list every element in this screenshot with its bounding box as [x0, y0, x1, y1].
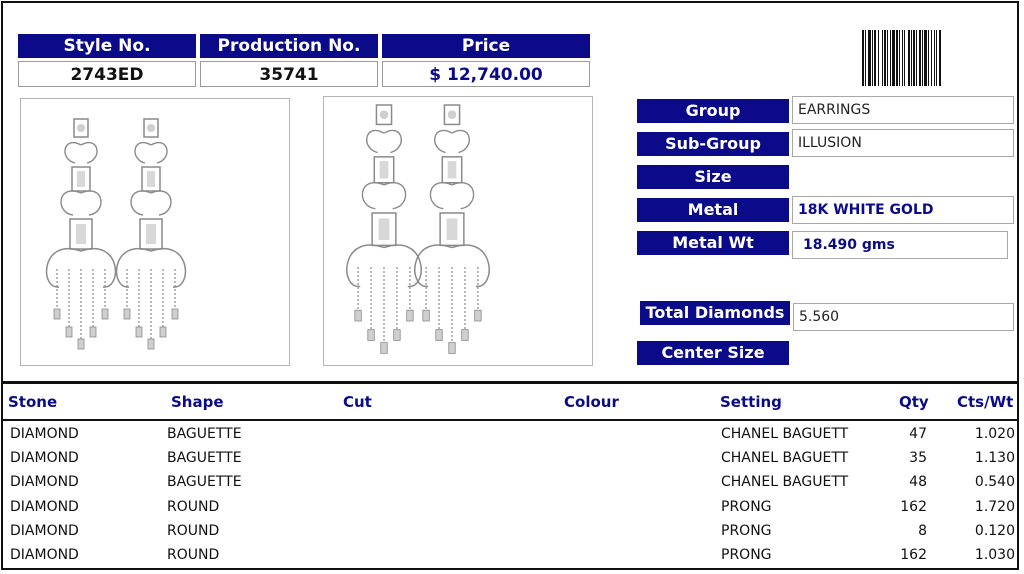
table-top-rule	[2, 381, 1018, 384]
cell-qty: 8	[918, 523, 927, 539]
cell-setting: CHANEL BAGUETT	[721, 474, 849, 490]
cell-shape: ROUND	[167, 499, 220, 515]
metal-label: Metal	[637, 198, 789, 222]
production-no-value: 35741	[200, 61, 378, 87]
cell-setting: PRONG	[721, 499, 772, 515]
style-no-value: 2743ED	[18, 61, 196, 87]
cell-stone: DIAMOND	[10, 474, 79, 490]
style-no-label: Style No.	[18, 34, 196, 58]
cell-qty: 48	[909, 474, 927, 490]
cell-qty: 35	[909, 450, 927, 466]
cell-cts-wt: 0.540	[974, 474, 1015, 490]
product-photo-angled	[323, 96, 593, 366]
col-header-shape: Shape	[171, 393, 224, 411]
col-header-qty: Qty	[899, 393, 929, 411]
cell-setting: CHANEL BAGUETT	[721, 426, 849, 442]
cell-shape: BAGUETTE	[167, 474, 242, 490]
cell-setting: PRONG	[721, 523, 772, 539]
col-header-setting: Setting	[720, 393, 782, 411]
metal-value: 18K WHITE GOLD	[792, 196, 1014, 224]
col-header-colour: Colour	[564, 393, 619, 411]
group-label: Group	[637, 99, 789, 123]
cell-shape: BAGUETTE	[167, 450, 242, 466]
table-header-rule	[2, 419, 1018, 421]
cell-cts-wt: 0.120	[974, 523, 1015, 539]
metal-wt-value: 18.490 gms	[792, 231, 1008, 259]
metal-wt-label: Metal Wt	[637, 231, 789, 255]
cell-qty: 162	[900, 547, 927, 563]
cell-cts-wt: 1.020	[974, 426, 1015, 442]
cell-cts-wt: 1.720	[974, 499, 1015, 515]
price-label: Price	[382, 34, 590, 58]
total-diamonds-value: 5.560	[793, 303, 1014, 331]
cell-stone: DIAMOND	[10, 426, 79, 442]
cell-stone: DIAMOND	[10, 499, 79, 515]
cell-qty: 162	[900, 499, 927, 515]
col-header-stone: Stone	[8, 393, 58, 411]
cell-setting: CHANEL BAGUETT	[721, 450, 849, 466]
cell-setting: PRONG	[721, 547, 772, 563]
cell-qty: 47	[909, 426, 927, 442]
earring-angled-illustration	[346, 104, 490, 354]
cell-shape: ROUND	[167, 523, 220, 539]
cell-stone: DIAMOND	[10, 547, 79, 563]
barcode-icon	[862, 30, 941, 86]
subgroup-label: Sub-Group	[637, 132, 789, 156]
col-header-cts-wt: Cts/Wt	[957, 393, 1014, 411]
cell-shape: BAGUETTE	[167, 426, 242, 442]
total-diamonds-label: Total Diamonds	[640, 301, 790, 325]
group-value: EARRINGS	[792, 96, 1014, 124]
price-value: $ 12,740.00	[382, 61, 590, 87]
subgroup-value: ILLUSION	[792, 129, 1014, 157]
size-label: Size	[637, 165, 789, 189]
cell-stone: DIAMOND	[10, 523, 79, 539]
cell-shape: ROUND	[167, 547, 220, 563]
center-size-label: Center Size	[637, 341, 789, 365]
product-photo-front	[20, 98, 290, 366]
cell-cts-wt: 1.030	[974, 547, 1015, 563]
col-header-cut: Cut	[343, 393, 372, 411]
cell-cts-wt: 1.130	[974, 450, 1015, 466]
production-no-label: Production No.	[200, 34, 378, 58]
cell-stone: DIAMOND	[10, 450, 79, 466]
earring-front-illustration	[45, 118, 187, 350]
